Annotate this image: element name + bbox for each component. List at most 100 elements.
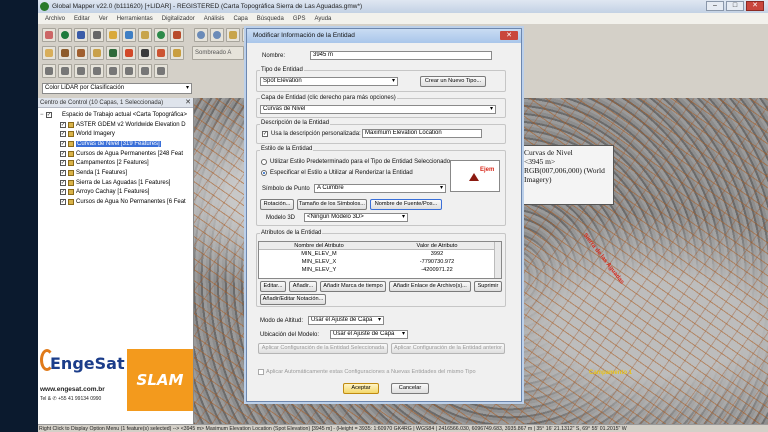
- zoom-out-icon[interactable]: [210, 27, 224, 42]
- custom-description-checkbox[interactable]: ✓: [262, 131, 268, 137]
- add-timestamp-button[interactable]: Añadir Marca de tiempo: [320, 281, 386, 292]
- feature-layer-combo[interactable]: Curvas de Nivel: [260, 105, 496, 114]
- layer-row[interactable]: ✓ ASTER GDEM v2 Worldwide Elevation D: [40, 120, 193, 130]
- grid-icon[interactable]: [138, 27, 152, 42]
- download-online-icon[interactable]: [154, 27, 168, 42]
- maximize-button[interactable]: □: [726, 1, 744, 11]
- menu-ayuda[interactable]: Ayuda: [314, 16, 331, 22]
- model-location-combo[interactable]: Usar el Ajuste de Capa: [330, 330, 408, 339]
- custom-description-input[interactable]: Maximum Elevation Location: [362, 129, 482, 138]
- apply-config-previous-button[interactable]: Aplicar Configuración de la Entidad ante…: [391, 343, 505, 354]
- add-attribute-button[interactable]: Añadir...: [289, 281, 317, 292]
- dialog-close-button[interactable]: ✕: [500, 31, 518, 40]
- layer-checkbox[interactable]: ✓: [60, 150, 66, 157]
- layer-checkbox[interactable]: ✓: [60, 121, 66, 128]
- minimize-button[interactable]: –: [706, 1, 724, 11]
- layer-checkbox[interactable]: ✓: [60, 189, 66, 196]
- menu-ver[interactable]: Ver: [99, 16, 108, 22]
- pencil-text-icon[interactable]: [138, 63, 152, 78]
- shading-combo[interactable]: Sombreado A: [192, 45, 244, 60]
- menu-herramientas[interactable]: Herramientas: [117, 16, 153, 22]
- overview-icon[interactable]: [122, 27, 136, 42]
- shader-icon[interactable]: [170, 27, 184, 42]
- layer-row[interactable]: ✓ World Imagery: [40, 129, 193, 139]
- profile-icon[interactable]: [90, 45, 104, 60]
- zoom-in-icon[interactable]: [194, 27, 208, 42]
- menu-busqueda[interactable]: Búsqueda: [257, 16, 284, 22]
- altitude-mode-combo[interactable]: Usar el Ajuste de Capa: [308, 316, 384, 325]
- pencil-move-icon[interactable]: [154, 63, 168, 78]
- layer-checkbox[interactable]: ✓: [60, 160, 66, 167]
- save-icon[interactable]: [74, 27, 88, 42]
- table-row[interactable]: MIN_ELEV_X -7790730.972: [259, 258, 501, 266]
- apply-config-selected-button[interactable]: Aplicar Configuración de la Entidad Sele…: [258, 343, 388, 354]
- expander-icon[interactable]: −: [40, 112, 45, 118]
- control-center-close-icon[interactable]: ✕: [185, 98, 191, 108]
- pencil-point-icon[interactable]: [90, 63, 104, 78]
- name-input[interactable]: 3945 m: [310, 51, 492, 60]
- pencil-icon[interactable]: [42, 63, 56, 78]
- layer-list-icon[interactable]: [106, 27, 120, 42]
- new-workspace-icon[interactable]: [42, 27, 56, 42]
- digitize-icon[interactable]: [42, 45, 56, 60]
- view-3d-icon[interactable]: [106, 45, 120, 60]
- layer-checkbox[interactable]: ✓: [60, 199, 66, 206]
- menu-editar[interactable]: Editar: [74, 16, 90, 22]
- lidar-icon[interactable]: [74, 45, 88, 60]
- table-row[interactable]: MIN_ELEV_M 3992: [259, 250, 501, 258]
- layer-checkbox[interactable]: ✓: [60, 131, 66, 138]
- attributes-scrollbar[interactable]: [494, 242, 501, 278]
- pencil-cut-icon[interactable]: [122, 63, 136, 78]
- radio-default-style[interactable]: [261, 159, 267, 165]
- layer-row[interactable]: ✓ Senda [1 Features]: [40, 168, 193, 178]
- model3d-combo[interactable]: <Ningún Modelo 3D>: [304, 213, 408, 222]
- menu-gps[interactable]: GPS: [293, 16, 306, 22]
- open-data-icon[interactable]: [58, 27, 72, 42]
- add-file-link-button[interactable]: Añadir Enlace de Archivo(s)...: [389, 281, 471, 292]
- point-symbol-combo[interactable]: A Cumbre: [314, 184, 446, 193]
- path-icon[interactable]: [138, 45, 152, 60]
- rotation-button[interactable]: Rotación...: [260, 199, 294, 210]
- cancel-button[interactable]: Cancelar: [391, 383, 429, 394]
- layer-row[interactable]: ✓ Sierra de Las Aguadas [1 Features]: [40, 178, 193, 188]
- layer-row[interactable]: ✓ Arroyo Cachay [1 Features]: [40, 188, 193, 198]
- feature-type-combo[interactable]: Spot Elevation: [260, 77, 398, 86]
- layer-row[interactable]: ✓ Cursos de Agua Permanentes [248 Feat: [40, 149, 193, 159]
- pencil-area-icon[interactable]: [74, 63, 88, 78]
- radio-custom-style[interactable]: [261, 170, 267, 176]
- attr-col-name[interactable]: Nombre del Atributo: [259, 242, 379, 249]
- attr-col-value[interactable]: Valor de Atributo: [379, 242, 495, 249]
- menu-archivo[interactable]: Archivo: [45, 16, 65, 22]
- table-row[interactable]: MIN_ELEV_Y -4200971.22: [259, 266, 501, 274]
- layer-add-icon[interactable]: [170, 45, 184, 60]
- layer-row[interactable]: ✓ Cursos de Agua No Permanentes [6 Feat: [40, 197, 193, 207]
- menu-analisis[interactable]: Análisis: [204, 16, 225, 22]
- contour-icon[interactable]: [122, 45, 136, 60]
- layer-row[interactable]: ✓ Campamentos [2 Features]: [40, 158, 193, 168]
- menu-digitalizador[interactable]: Digitalizador: [162, 16, 195, 22]
- edit-vertex-icon[interactable]: [58, 45, 72, 60]
- layer-checkbox[interactable]: ✓: [60, 169, 66, 176]
- ok-button[interactable]: Aceptar: [343, 383, 379, 394]
- menu-capa[interactable]: Capa: [233, 16, 247, 22]
- layer-row[interactable]: ✓ Curvas de Nivel [319 Features]: [40, 139, 193, 149]
- pencil-line-icon[interactable]: [58, 63, 72, 78]
- symbol-size-button[interactable]: Tamaño de los Símbolos...: [297, 199, 367, 210]
- layer-checkbox[interactable]: ✓: [60, 140, 66, 147]
- auto-apply-checkbox[interactable]: [258, 369, 264, 375]
- edit-attribute-button[interactable]: Editar...: [260, 281, 286, 292]
- lidar-color-combo[interactable]: Color LiDAR por Clasificación: [42, 83, 192, 94]
- attributes-table[interactable]: Nombre del Atributo Valor de Atributo MI…: [258, 241, 502, 279]
- workspace-checkbox[interactable]: ✓: [46, 111, 52, 118]
- create-new-type-button[interactable]: Crear un Nuevo Tipo...: [420, 76, 486, 87]
- pencil-edit-icon[interactable]: [106, 63, 120, 78]
- pan-icon[interactable]: [226, 27, 240, 42]
- print-icon[interactable]: [90, 27, 104, 42]
- layer-checkbox[interactable]: ✓: [60, 179, 66, 186]
- window-close-button[interactable]: ✕: [746, 1, 764, 11]
- workspace-row[interactable]: − ✓ Espacio de Trabajo actual <Carta Top…: [40, 110, 193, 120]
- font-name-button[interactable]: Nombre de Fuente/Pos...: [370, 199, 442, 210]
- delete-attribute-button[interactable]: Suprimir: [474, 281, 502, 292]
- line-icon[interactable]: [154, 45, 168, 60]
- add-edit-notes-button[interactable]: Añadir/Editar Notación...: [260, 294, 326, 305]
